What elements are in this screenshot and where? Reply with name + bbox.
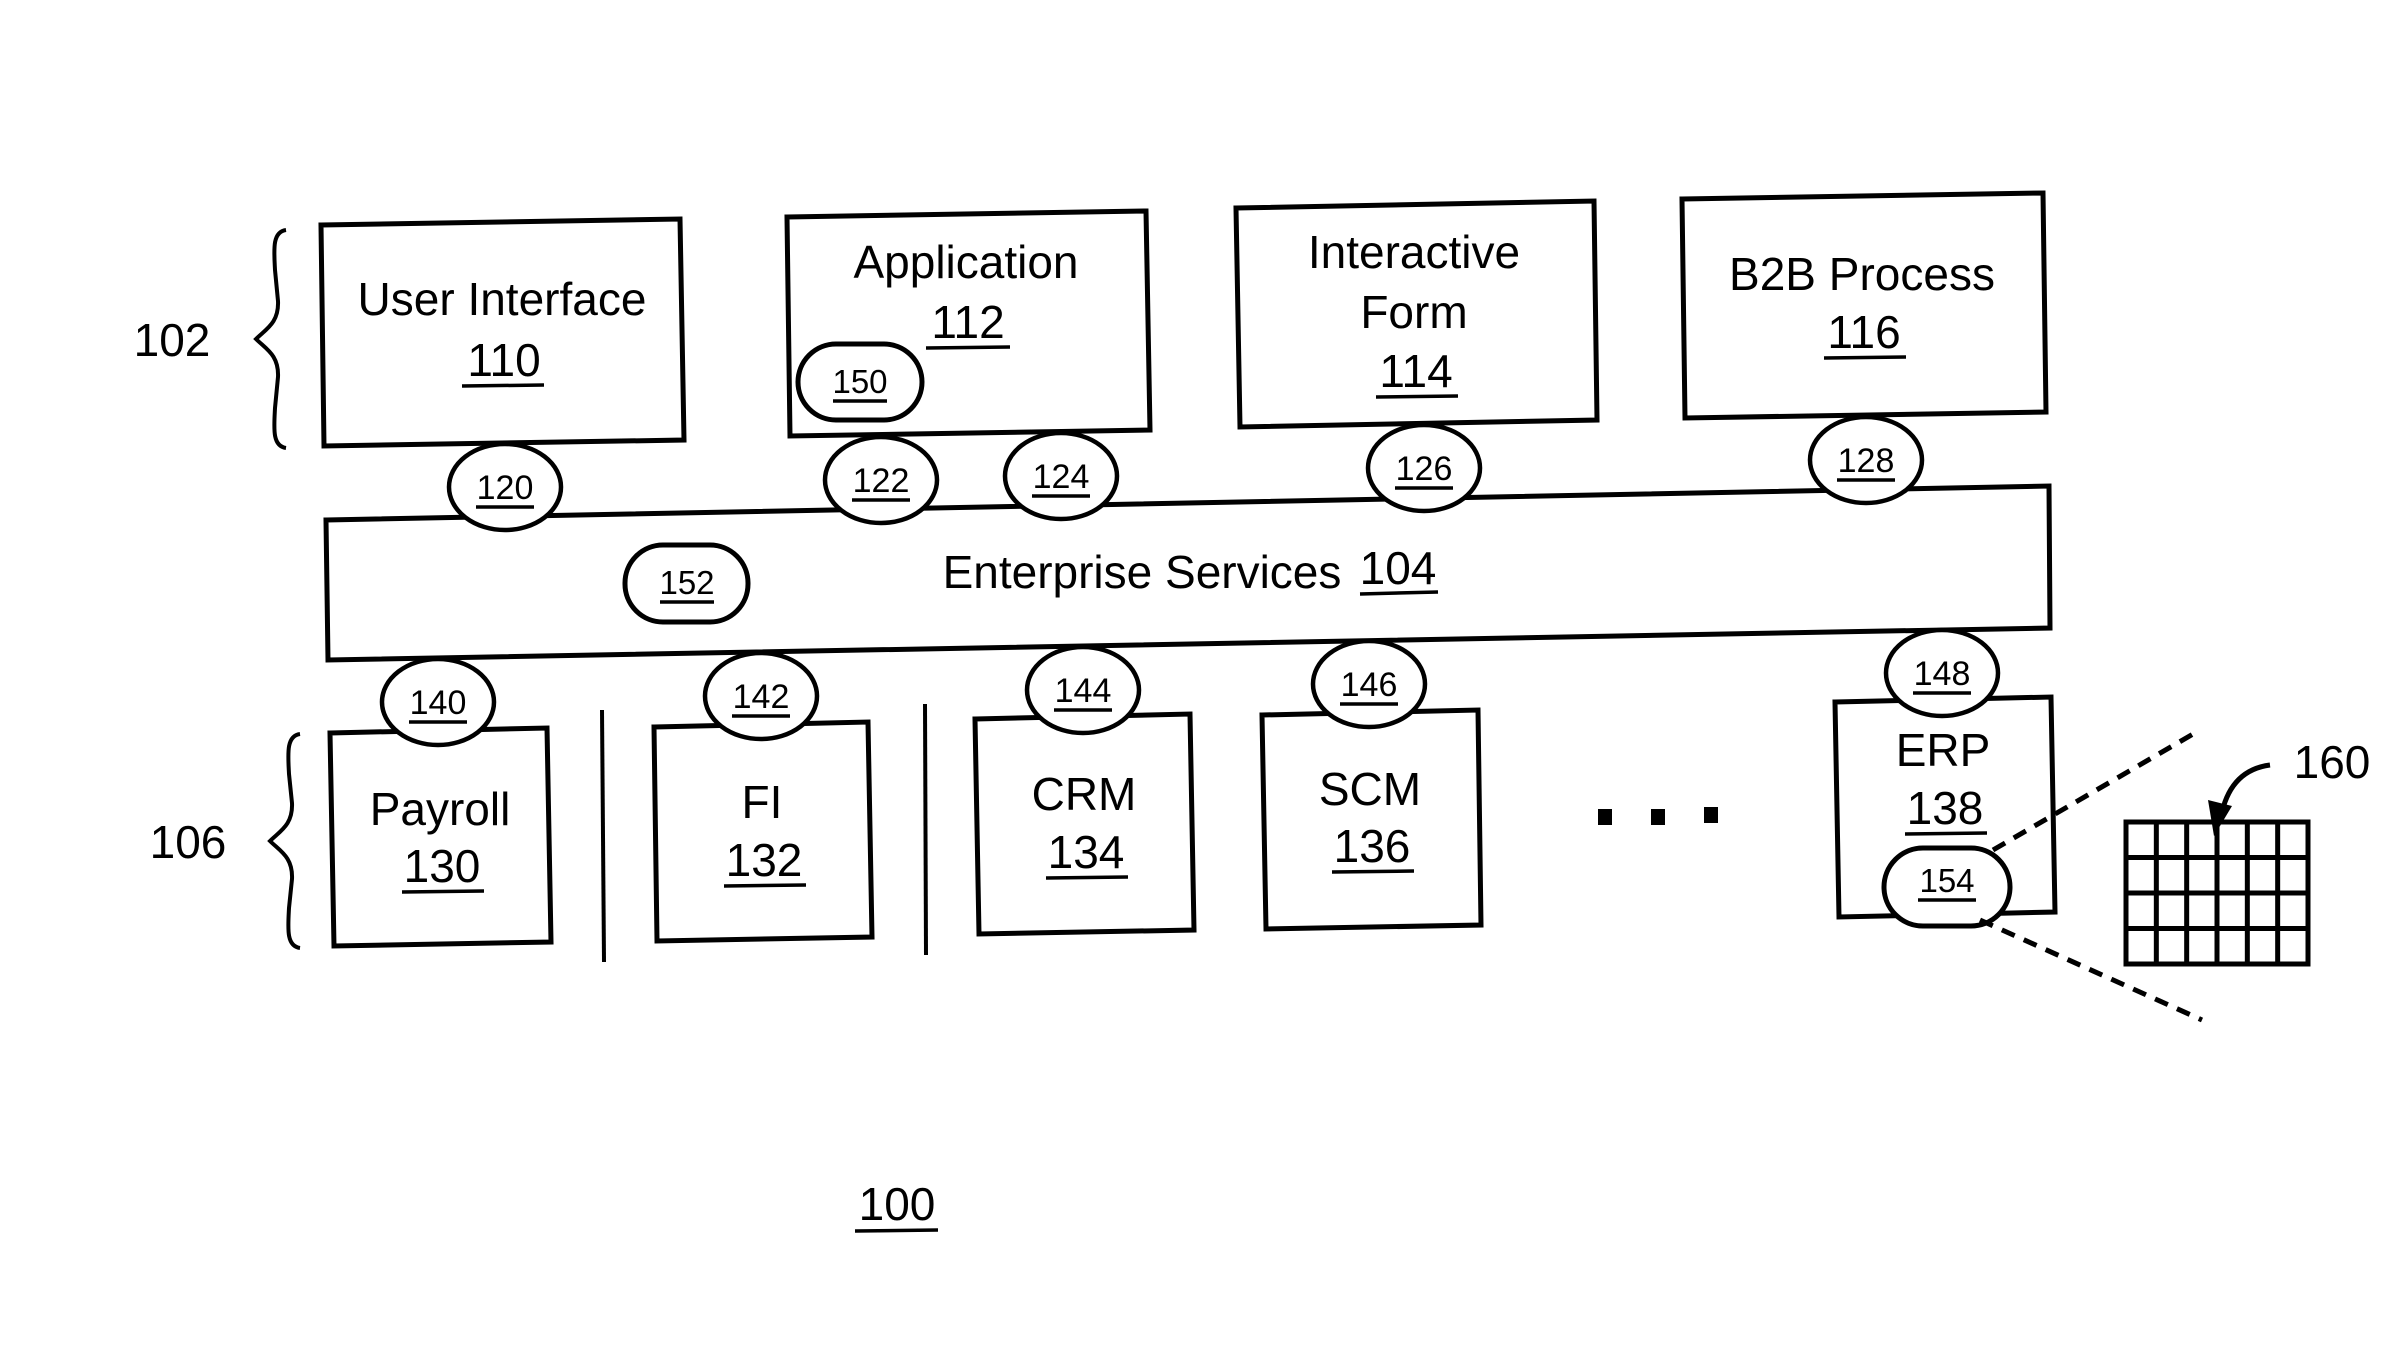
ellipsis-dot-1 [1598, 809, 1612, 825]
ellipsis-dot-2 [1651, 809, 1665, 825]
divider-1 [600, 709, 606, 963]
erp-ref: 138 [1907, 782, 1984, 834]
interactive-form-label-line1: Interactive [1308, 226, 1520, 278]
architecture-diagram: 102 106 152 Enterprise Services 104 User… [134, 190, 2371, 1233]
scm-ref: 136 [1334, 820, 1411, 872]
brace-icon-layer-106 [267, 732, 301, 950]
underline [1823, 355, 1907, 360]
interactive-form-label-line2: Form [1360, 286, 1467, 338]
application-inner-150-label: 150 [832, 363, 887, 400]
user-interface-ref: 110 [467, 334, 540, 386]
layer-label-106: 106 [150, 816, 227, 868]
erp-label: ERP [1896, 724, 1991, 776]
user-interface-label: User Interface [358, 273, 647, 325]
connector-124-label: 124 [1033, 458, 1090, 496]
esb-inner-152-label: 152 [659, 564, 714, 601]
crm-box[interactable] [972, 711, 1197, 937]
b2b-process-label: B2B Process [1729, 248, 1995, 300]
underline [1375, 394, 1459, 399]
layer-label-102: 102 [134, 314, 211, 366]
fi-label: FI [742, 776, 783, 828]
data-grid-icon [2123, 819, 2311, 967]
payroll-box[interactable] [327, 725, 554, 949]
fi-ref: 132 [726, 834, 803, 886]
underline [854, 1228, 939, 1233]
crm-label: CRM [1032, 768, 1137, 820]
connector-148-label: 148 [1914, 655, 1971, 693]
detail-ref-160: 160 [2294, 736, 2371, 788]
pointer-arrow-icon [2219, 762, 2271, 813]
connector-146-label: 146 [1341, 666, 1398, 704]
underline [401, 889, 485, 894]
fi-box[interactable] [651, 719, 875, 944]
divider-2 [923, 703, 928, 956]
connector-126-label: 126 [1396, 450, 1453, 488]
underline [723, 883, 807, 888]
connector-140-label: 140 [410, 684, 467, 722]
underline [925, 345, 1011, 350]
connector-142-label: 142 [733, 678, 790, 716]
underline [1045, 875, 1129, 880]
underline [1904, 831, 1988, 836]
b2b-process-ref: 116 [1827, 306, 1900, 358]
brace-icon-layer-102 [253, 228, 287, 450]
user-interface-box[interactable] [318, 216, 687, 449]
crm-ref: 134 [1048, 826, 1125, 878]
connector-122-label: 122 [853, 462, 910, 500]
enterprise-services-label: Enterprise Services [943, 546, 1342, 598]
connector-144-label: 144 [1055, 672, 1112, 710]
interactive-form-ref: 114 [1379, 345, 1452, 397]
underline [1359, 590, 1439, 596]
ellipsis-dot-3 [1704, 807, 1718, 823]
payroll-label: Payroll [370, 783, 511, 835]
figure-ref-100: 100 [859, 1178, 936, 1230]
payroll-ref: 130 [404, 840, 481, 892]
application-ref: 112 [931, 296, 1004, 348]
connector-128-label: 128 [1838, 442, 1895, 480]
underline [461, 383, 545, 388]
scm-label: SCM [1319, 763, 1421, 815]
erp-inner-154-label: 154 [1919, 862, 1974, 899]
connector-120-label: 120 [477, 469, 534, 507]
application-label: Application [853, 236, 1078, 288]
underline [1331, 869, 1415, 874]
enterprise-services-ref: 104 [1360, 542, 1437, 594]
